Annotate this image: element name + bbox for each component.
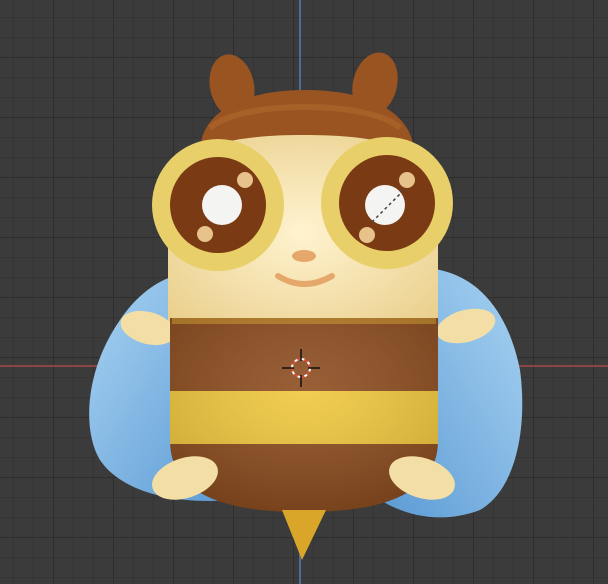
left-eye xyxy=(152,139,284,271)
stinger xyxy=(282,510,326,560)
scene-render[interactable] xyxy=(0,0,608,584)
nose xyxy=(292,250,316,262)
right-eye xyxy=(321,137,453,269)
3d-viewport[interactable] xyxy=(0,0,608,584)
